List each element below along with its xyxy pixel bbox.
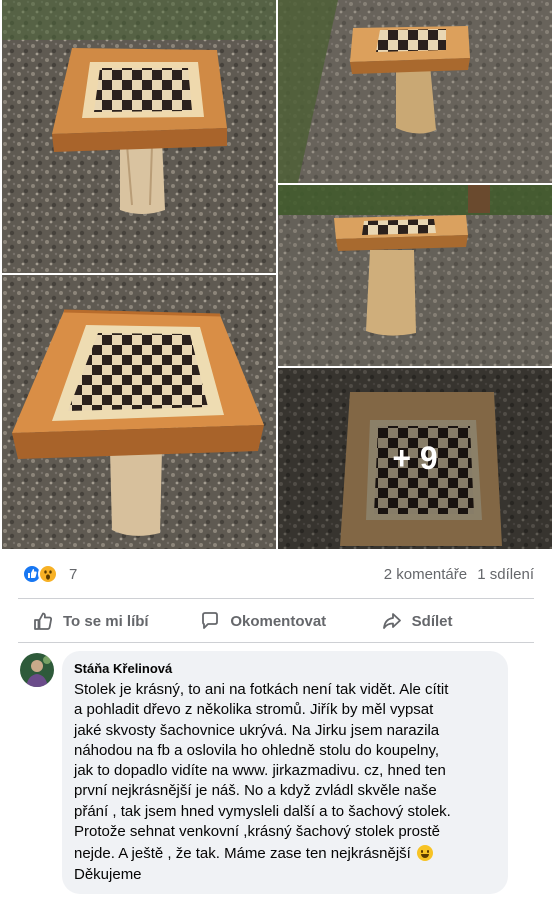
comments-count-link[interactable]: 2 komentáře [384,566,467,583]
comment-button[interactable]: Okomentovat [185,600,352,642]
wow-reaction-icon [38,564,58,584]
chess-table-photo-3[interactable] [278,0,552,183]
comment-bubble: Stáňa Křelinová Stolek je krásný, to ani… [62,651,508,894]
divider [18,642,534,643]
comment-closing: Děkujeme [74,865,142,883]
comment-author[interactable]: Stáňa Křelinová [74,660,496,677]
chess-table-photo-4[interactable] [278,185,552,366]
shares-count-link[interactable]: 1 sdílení [477,566,534,583]
more-photos-count: + 9 [392,440,438,476]
comment-text: Stolek je krásný, to ani na fotkách není… [74,680,496,885]
share-icon [382,613,401,629]
divider [18,598,534,599]
reaction-count[interactable]: 7 [69,566,77,583]
thumbs-up-icon [34,612,53,630]
chess-table-photo-1[interactable] [2,0,276,273]
comment-icon [202,612,219,629]
comment-body: Stolek je krásný, to ani na fotkách není… [74,681,451,863]
chess-table-photo-5[interactable]: + 9 [278,368,552,549]
chess-table-photo-2[interactable] [2,275,276,549]
post-actions: To se mi líbí Okomentovat Sdílet [18,600,534,642]
post-stats: 7 2 komentáře 1 sdílení [0,556,552,594]
comment-button-label: Okomentovat [230,612,327,630]
avatar[interactable] [20,653,54,687]
more-photos-overlay[interactable]: + 9 [278,368,552,549]
photo-grid: + 9 [0,0,552,549]
like-button[interactable]: To se mi líbí [18,600,185,642]
reaction-icons[interactable] [22,564,66,584]
grinning-emoji-icon [417,845,434,862]
share-button[interactable]: Sdílet [353,600,534,642]
like-button-label: To se mi líbí [63,612,149,630]
share-button-label: Sdílet [411,612,453,630]
